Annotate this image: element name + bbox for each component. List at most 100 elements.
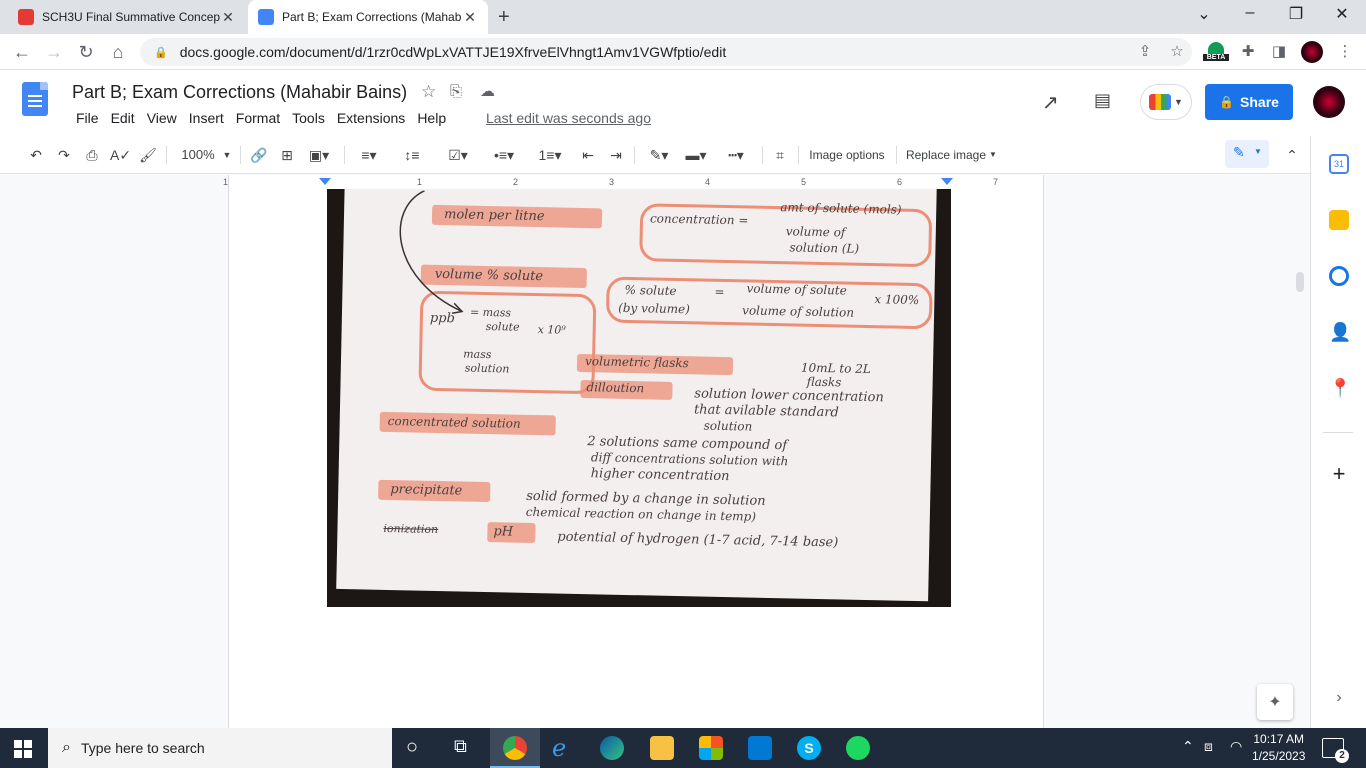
meet-button[interactable]: ▼	[1140, 84, 1192, 120]
note-text: concentration =	[649, 211, 749, 228]
url-omnibox[interactable]: 🔒 docs.google.com/document/d/1rzr0cdWpLx…	[140, 38, 1192, 66]
border-weight-icon[interactable]: ▬▾	[680, 144, 712, 166]
keep-icon[interactable]	[1329, 210, 1349, 230]
border-color-icon[interactable]: ✎▾	[644, 144, 674, 166]
account-avatar[interactable]	[1313, 86, 1345, 118]
microsoft-store-icon[interactable]	[699, 736, 723, 760]
tasks-icon[interactable]	[1329, 266, 1349, 286]
left-indent-marker[interactable]	[319, 178, 331, 185]
hide-menus-chevron-icon[interactable]: ⌃	[1282, 144, 1302, 166]
image-options-button[interactable]: Image options	[806, 144, 888, 166]
ruler-tick: 3	[609, 177, 615, 187]
profile-avatar[interactable]	[1301, 41, 1323, 63]
docs-logo-icon[interactable]	[22, 82, 48, 116]
crop-icon[interactable]: ⌗	[770, 144, 790, 166]
align-icon[interactable]: ≡▾	[354, 144, 384, 166]
bulleted-list-icon[interactable]: •≡▾	[486, 144, 522, 166]
add-comment-icon[interactable]: ⊞	[276, 144, 298, 166]
system-clock[interactable]: 10:17 AM 1/25/2023	[1252, 731, 1305, 765]
paint-format-icon[interactable]: 🖌	[138, 144, 158, 166]
menu-view[interactable]: View	[141, 110, 183, 126]
internet-explorer-icon[interactable]: e	[552, 734, 566, 762]
print-icon[interactable]: ⎙	[82, 144, 102, 166]
file-explorer-icon[interactable]	[650, 736, 674, 760]
editing-mode-button[interactable]: ✎ ▼	[1225, 140, 1269, 168]
activity-trend-icon[interactable]: ↗	[1042, 90, 1059, 115]
menu-help[interactable]: Help	[411, 110, 452, 126]
home-icon[interactable]: ⌂	[106, 40, 130, 64]
right-indent-marker[interactable]	[941, 178, 953, 185]
replace-image-button[interactable]: Replace image	[904, 144, 988, 166]
kebab-menu-icon[interactable]: ⋮	[1334, 42, 1356, 64]
spotify-icon[interactable]	[846, 736, 870, 760]
reload-icon[interactable]: ↻	[74, 40, 98, 64]
menu-insert[interactable]: Insert	[183, 110, 230, 126]
increase-indent-icon[interactable]: ⇥	[606, 144, 626, 166]
note-text: molen per litne	[443, 207, 545, 225]
skype-icon[interactable]: S	[797, 736, 821, 760]
notification-center-icon[interactable]: 2	[1322, 738, 1349, 763]
menu-format[interactable]: Format	[230, 110, 286, 126]
undo-icon[interactable]: ↶	[26, 144, 46, 166]
decrease-indent-icon[interactable]: ⇤	[578, 144, 598, 166]
menu-tools[interactable]: Tools	[286, 110, 331, 126]
extensions-puzzle-icon[interactable]: ✚	[1237, 42, 1259, 64]
tab-part-b[interactable]: Part B; Exam Corrections (Mahabir ✕	[248, 0, 488, 34]
chrome-taskbar-button[interactable]	[490, 728, 540, 768]
task-view-icon[interactable]: ⧉	[454, 736, 467, 757]
numbered-list-icon[interactable]: 1≡▾	[532, 144, 568, 166]
close-tab-icon[interactable]: ✕	[462, 9, 478, 26]
tray-chevron-icon[interactable]: ⌃	[1182, 738, 1194, 755]
taskbar-search-box[interactable]: ⌕ Type here to search	[48, 728, 392, 768]
tray-app-icon[interactable]: ⧈	[1204, 738, 1213, 755]
mail-icon[interactable]	[748, 736, 772, 760]
replace-image-chevron-icon[interactable]: ▼	[988, 144, 998, 166]
ruler-tick: 1	[417, 177, 423, 187]
new-tab-icon[interactable]: +	[498, 6, 510, 29]
spellcheck-icon[interactable]: A✓	[110, 144, 131, 166]
calendar-icon[interactable]: 31	[1329, 154, 1349, 174]
tab-search-chevron-icon[interactable]: ⌄	[1192, 4, 1216, 24]
checklist-icon[interactable]: ☑▾	[440, 144, 476, 166]
move-folder-icon[interactable]: ⎘	[450, 83, 462, 100]
zoom-chevron-icon[interactable]: ▼	[221, 144, 233, 166]
share-page-icon[interactable]: ⇪	[1134, 42, 1156, 64]
vertical-scrollbar-thumb[interactable]	[1296, 272, 1304, 292]
add-addon-icon[interactable]: +	[1329, 463, 1349, 485]
forward-arrow-icon[interactable]: →	[42, 40, 66, 64]
beta-extension-icon[interactable]: BETA	[1203, 42, 1229, 64]
border-dash-icon[interactable]: ┅▾	[720, 144, 752, 166]
insert-link-icon[interactable]: 🔗	[248, 144, 270, 166]
show-side-panel-chevron-icon[interactable]: ›	[1329, 688, 1349, 708]
share-button[interactable]: 🔒 Share	[1205, 84, 1293, 120]
close-tab-icon[interactable]: ✕	[220, 9, 236, 26]
side-panel-icon[interactable]: ◨	[1268, 42, 1290, 64]
minimize-icon[interactable]: –	[1238, 4, 1262, 22]
embedded-notes-image[interactable]: molen per litne concentration = amt of s…	[327, 189, 951, 607]
line-spacing-icon[interactable]: ↕≡	[400, 144, 424, 166]
restore-icon[interactable]: ❐	[1284, 4, 1308, 24]
explore-button[interactable]: ✦	[1257, 684, 1293, 720]
edge-icon[interactable]	[600, 736, 624, 760]
menu-file[interactable]: File	[70, 110, 105, 126]
star-icon[interactable]: ☆	[421, 82, 436, 102]
cortana-icon[interactable]: ○	[406, 736, 418, 759]
document-title[interactable]: Part B; Exam Corrections (Mahabir Bains)	[72, 82, 407, 103]
zoom-select[interactable]: 100%	[176, 144, 220, 166]
menu-edit[interactable]: Edit	[105, 110, 141, 126]
bookmark-star-icon[interactable]: ☆	[1166, 42, 1188, 64]
maps-icon[interactable]: 📍	[1329, 378, 1351, 398]
wifi-icon[interactable]: ◠	[1230, 738, 1242, 755]
windows-start-icon[interactable]	[14, 740, 32, 758]
back-arrow-icon[interactable]: ←	[10, 40, 34, 64]
menu-extensions[interactable]: Extensions	[331, 110, 411, 126]
redo-icon[interactable]: ↷	[54, 144, 74, 166]
close-window-icon[interactable]: ✕	[1330, 4, 1354, 24]
last-edit-link[interactable]: Last edit was seconds ago	[486, 110, 651, 126]
insert-image-icon[interactable]: ▣▾	[304, 144, 334, 166]
tab-sch3u[interactable]: SCH3U Final Summative Concept ✕	[8, 0, 246, 34]
contacts-icon[interactable]: 👤	[1329, 322, 1351, 342]
note-text: higher concentration	[590, 466, 730, 485]
search-placeholder: Type here to search	[80, 740, 205, 756]
comments-icon[interactable]: ▤	[1094, 90, 1111, 111]
